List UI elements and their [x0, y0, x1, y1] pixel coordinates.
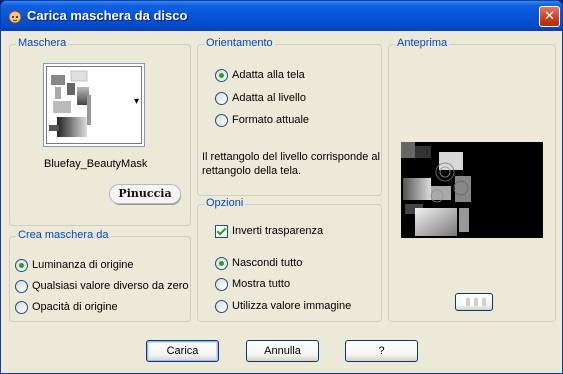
mask-thumbnail — [46, 66, 142, 144]
radio-luminanza[interactable]: Luminanza di origine — [15, 257, 134, 273]
radio-button[interactable] — [215, 113, 228, 127]
radio-nascondi-tutto[interactable]: Nascondi tutto — [215, 255, 302, 271]
pinuccia-logo-text: Pinuccia — [118, 187, 172, 200]
chevron-down-icon: ▾ — [134, 96, 140, 107]
radio-button[interactable] — [215, 68, 228, 82]
mask-preview-image — [401, 142, 543, 238]
radio-button[interactable] — [215, 91, 228, 105]
radio-button[interactable] — [15, 258, 28, 272]
radio-label: Luminanza di origine — [32, 259, 134, 271]
radio-label: Formato attuale — [232, 114, 310, 126]
radio-label: Opacità di origine — [32, 301, 118, 313]
radio-button[interactable] — [15, 279, 28, 293]
checkbox-inverti-trasparenza[interactable]: Inverti trasparenza — [215, 223, 323, 239]
checker-pattern-icon — [462, 298, 486, 307]
help-button[interactable]: ? — [345, 340, 418, 362]
close-icon: ✕ — [544, 9, 555, 24]
radio-label: Qualsiasi valore diverso da zero — [32, 280, 189, 292]
mask-thumbnail-image — [49, 70, 91, 137]
radio-button[interactable] — [215, 256, 228, 270]
title-bar[interactable]: Carica maschera da disco ✕ — [1, 1, 562, 31]
close-button[interactable]: ✕ — [539, 6, 560, 27]
radio-label: Adatta al livello — [232, 92, 306, 104]
group-title-opzioni: Opzioni — [204, 197, 246, 209]
orientation-description-line2: rettangolo della tela. — [202, 165, 302, 177]
orientation-description-line1: Il rettangolo del livello corrisponde al — [202, 151, 380, 163]
radio-button[interactable] — [215, 277, 228, 291]
radio-mostra-tutto[interactable]: Mostra tutto — [215, 276, 290, 292]
mask-preview — [401, 142, 543, 238]
radio-opacita[interactable]: Opacità di origine — [15, 299, 118, 315]
mask-selector[interactable]: ▾ — [43, 63, 145, 147]
mask-name: Bluefay_BeautyMask — [44, 158, 148, 170]
group-title-orientamento: Orientamento — [204, 37, 275, 49]
pinuccia-logo: Pinuccia — [110, 185, 180, 203]
radio-formato-attuale[interactable]: Formato attuale — [215, 112, 309, 128]
radio-utilizza-valore[interactable]: Utilizza valore immagine — [215, 298, 351, 314]
app-icon — [8, 10, 22, 24]
dialog-window: Carica maschera da disco ✕ Maschera ▾ Bl… — [0, 0, 563, 374]
radio-label: Mostra tutto — [232, 278, 291, 290]
radio-label: Utilizza valore immagine — [232, 300, 352, 312]
load-button[interactable]: Carica — [146, 340, 219, 362]
radio-button[interactable] — [215, 299, 228, 313]
radio-button[interactable] — [15, 300, 28, 314]
checkbox-label: Inverti trasparenza — [232, 225, 324, 237]
group-title-maschera: Maschera — [16, 37, 69, 49]
group-title-anteprima: Anteprima — [395, 37, 450, 49]
preview-toggle-button[interactable] — [455, 293, 493, 311]
group-title-crea-maschera: Crea maschera da — [16, 229, 111, 241]
cancel-button[interactable]: Annulla — [246, 340, 319, 362]
radio-label: Adatta alla tela — [232, 69, 305, 81]
radio-adatta-livello[interactable]: Adatta al livello — [215, 90, 306, 106]
radio-label: Nascondi tutto — [232, 257, 303, 269]
radio-adatta-tela[interactable]: Adatta alla tela — [215, 67, 305, 83]
window-title: Carica maschera da disco — [27, 8, 188, 23]
checkbox[interactable] — [215, 224, 228, 238]
radio-qualsiasi-valore[interactable]: Qualsiasi valore diverso da zero — [15, 278, 189, 294]
